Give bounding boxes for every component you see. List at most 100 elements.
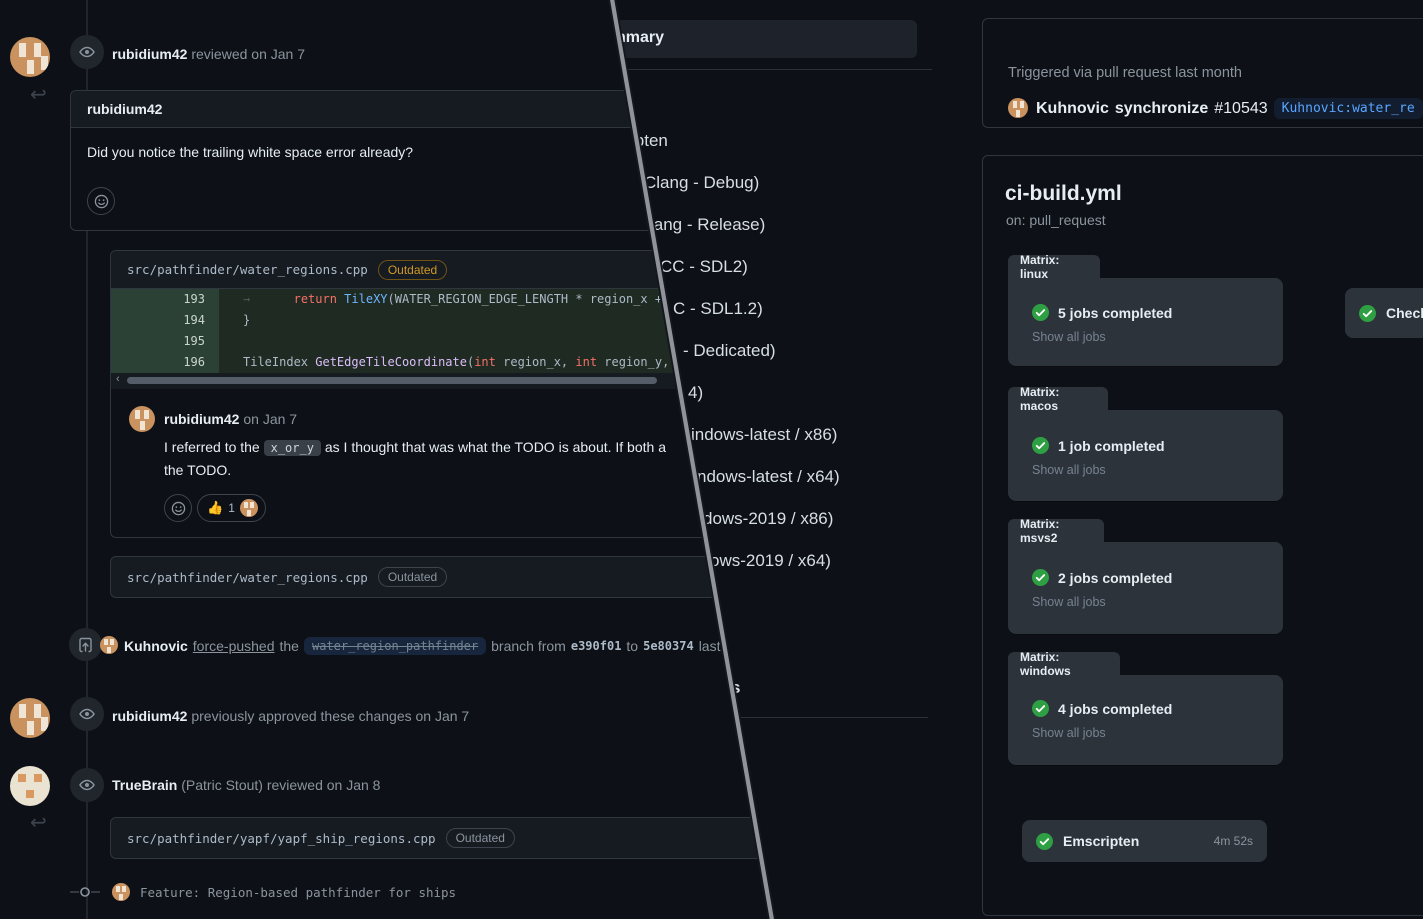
sidebar-job-gcc-sdl2[interactable]: CC - SDL2): [660, 257, 748, 277]
matrix-group-windows[interactable]: 4 jobs completed Show all jobs: [1008, 675, 1283, 765]
line-number: 193: [111, 289, 219, 310]
thumbsup-reaction-pill[interactable]: 👍 1: [197, 494, 266, 522]
show-all-jobs-link[interactable]: Show all jobs: [1032, 330, 1106, 344]
sidebar-job-emscripten[interactable]: ipten: [631, 131, 668, 151]
tab-indicator: →: [243, 292, 250, 306]
comment-line1: I referred to the x_or_y as I thought th…: [164, 439, 666, 455]
force-push-icon: [69, 628, 102, 661]
eye-icon: [70, 35, 104, 69]
line-number: 194: [111, 310, 219, 331]
composited-screenshots: { "pr": { "review1": {"name":"rubidium42…: [0, 0, 1423, 919]
show-all-jobs-link[interactable]: Show all jobs: [1032, 726, 1106, 740]
reviewer-name[interactable]: rubidium42: [112, 46, 187, 62]
success-check-icon: [1032, 700, 1049, 717]
force-pushed-link[interactable]: force-pushed: [193, 638, 275, 654]
matrix-tab-macos: Matrix: macos: [1008, 387, 1108, 410]
reply-arrow-icon: ↩: [30, 810, 47, 835]
sidebar-job-x64[interactable]: 4): [688, 383, 703, 403]
line-number: 195: [111, 331, 219, 352]
head-ref-label[interactable]: Kuhnovic:water_re: [1274, 98, 1423, 119]
jobs-completed-status: 4 jobs completed: [1058, 701, 1172, 717]
avatar[interactable]: [10, 37, 50, 77]
sidebar-job-win2019-x64[interactable]: ows-2019 / x64): [710, 551, 831, 571]
matrix-group-linux[interactable]: 5 jobs completed Show all jobs: [1008, 278, 1283, 366]
summary-label: nmary: [616, 29, 664, 47]
file-path[interactable]: src/pathfinder/water_regions.cpp: [127, 570, 368, 585]
eye-icon: [70, 697, 104, 731]
reactor-avatar[interactable]: [240, 499, 258, 517]
file-path[interactable]: src/pathfinder/water_regions.cpp: [127, 262, 368, 277]
avatar[interactable]: [10, 698, 50, 738]
reviewer-name[interactable]: TrueBrain: [112, 777, 177, 793]
show-all-jobs-link[interactable]: Show all jobs: [1032, 595, 1106, 609]
reviewer-name[interactable]: rubidium42: [112, 708, 187, 724]
comment-line2: the TODO.: [164, 462, 231, 478]
job-label: Check An: [1386, 305, 1423, 321]
file-path[interactable]: src/pathfinder/yapf/yapf_ship_regions.cp…: [127, 831, 436, 846]
scroll-left-arrow[interactable]: ‹: [116, 373, 120, 385]
commit-icon: [70, 884, 100, 905]
scrollbar-thumb[interactable]: [127, 377, 657, 384]
trigger-text: Triggered via pull request last month: [1008, 65, 1242, 81]
line-number: 196: [111, 352, 219, 373]
success-check-icon: [1032, 437, 1049, 454]
comment-author[interactable]: rubidium42: [87, 101, 162, 117]
add-reaction-button[interactable]: [164, 494, 192, 522]
reply-arrow-icon: ↩: [30, 82, 47, 107]
approved-meta: previously approved these changes on Jan…: [191, 708, 469, 724]
commit-message[interactable]: Feature: Region-based pathfinder for shi…: [140, 885, 456, 900]
avatar[interactable]: [129, 406, 155, 432]
workflow-trigger: on: pull_request: [1006, 212, 1106, 228]
event-type: synchronize: [1115, 100, 1208, 118]
sidebar-job-fragment[interactable]: ): [716, 593, 722, 613]
matrix-group-macos[interactable]: 1 job completed Show all jobs: [1008, 410, 1283, 501]
matrix-tab-linux: Matrix: linux: [1008, 255, 1100, 278]
avatar[interactable]: [10, 766, 50, 806]
commit-sha[interactable]: e390f01: [571, 639, 622, 653]
reaction-count: 1: [228, 501, 235, 515]
sidebar-divider: [737, 717, 928, 718]
sidebar-job-clang-release[interactable]: lang - Release): [650, 215, 765, 235]
job-label: Emscripten: [1063, 833, 1139, 849]
job-node-check[interactable]: Check An: [1345, 288, 1423, 338]
avatar[interactable]: [112, 883, 130, 901]
job-duration: 4m 52s: [1214, 834, 1253, 848]
actor-name[interactable]: Kuhnovic: [1036, 100, 1109, 118]
sidebar-job-clang-debug[interactable]: Clang - Debug): [644, 173, 759, 193]
success-check-icon: [1032, 569, 1049, 586]
matrix-tab-windows: Matrix: windows: [1008, 652, 1120, 675]
sidebar-job-gcc-sdl12[interactable]: C - SDL1.2): [673, 299, 763, 319]
sidebar-job-win2019-x86[interactable]: dows-2019 / x86): [703, 509, 833, 529]
jobs-completed-status: 2 jobs completed: [1058, 570, 1172, 586]
matrix-tab-msys2: Matrix: msys2: [1008, 519, 1104, 542]
outdated-badge: Outdated: [378, 260, 447, 280]
run-trigger-card: Triggered via pull request last month Ku…: [982, 18, 1423, 128]
job-node-emscripten[interactable]: Emscripten 4m 52s: [1022, 820, 1267, 862]
matrix-group-msys2[interactable]: 2 jobs completed Show all jobs: [1008, 542, 1283, 634]
avatar[interactable]: [1008, 98, 1028, 118]
comment-author[interactable]: rubidium42: [164, 411, 239, 427]
run-number: #10543: [1214, 100, 1267, 118]
commit-sha[interactable]: 5e80374: [643, 639, 694, 653]
branch-label[interactable]: water_region_pathfinder: [304, 637, 486, 655]
review-meta: reviewed on Jan 7: [191, 46, 305, 62]
eye-icon: [70, 768, 104, 802]
avatar[interactable]: [100, 636, 118, 654]
sidebar-section-fragment: s: [731, 678, 740, 698]
show-all-jobs-link[interactable]: Show all jobs: [1032, 463, 1106, 477]
add-reaction-button[interactable]: [87, 187, 115, 215]
review-meta: (Patric Stout) reviewed on Jan 8: [181, 777, 380, 793]
outdated-badge: Outdated: [446, 828, 515, 848]
force-push-event: Kuhnovic force-pushed the water_region_p…: [124, 637, 720, 655]
jobs-completed-status: 1 job completed: [1058, 438, 1165, 454]
sidebar-job-winlatest-x86[interactable]: indows-latest / x86): [691, 425, 837, 445]
comment-meta: on Jan 7: [243, 411, 297, 427]
success-check-icon: [1359, 305, 1376, 322]
success-check-icon: [1032, 304, 1049, 321]
actor-name[interactable]: Kuhnovic: [124, 638, 188, 654]
sidebar-job-dedicated[interactable]: - Dedicated): [683, 341, 776, 361]
workflow-file-title: ci-build.yml: [1005, 182, 1122, 206]
sidebar-divider: [618, 69, 932, 70]
sidebar-job-winlatest-x64[interactable]: ndows-latest / x64): [697, 467, 840, 487]
thumbsup-emoji: 👍: [207, 500, 223, 516]
